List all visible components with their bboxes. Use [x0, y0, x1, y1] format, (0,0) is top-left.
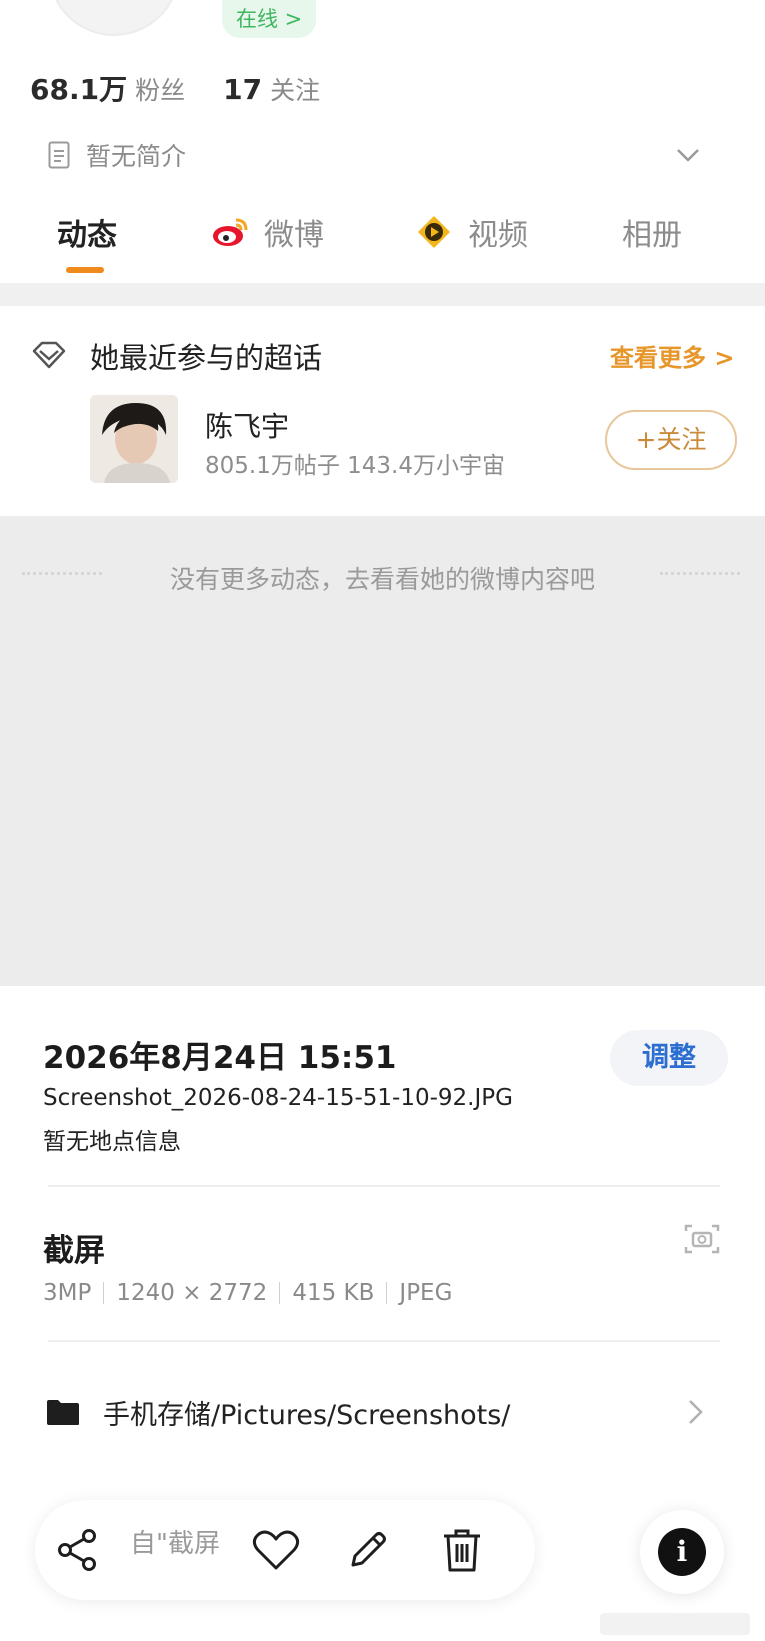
following-label[interactable]: 关注 [270, 71, 320, 107]
spec-resolution: 1240 × 2772 [116, 1280, 268, 1306]
weibo-icon [213, 218, 248, 246]
follow-button[interactable]: +关注 [605, 410, 737, 470]
tab-video-label: 视频 [468, 218, 528, 253]
file-path[interactable]: 手机存储/Pictures/Screenshots/ [103, 1393, 510, 1432]
spec-megapixels: 3MP [43, 1280, 92, 1306]
delete-button[interactable] [432, 1520, 492, 1580]
bio-row[interactable]: 暂无简介 [48, 135, 186, 175]
document-icon [48, 141, 70, 169]
chevron-down-icon[interactable] [673, 140, 703, 170]
spec-separator [386, 1282, 388, 1304]
spec-format: JPEG [399, 1280, 453, 1306]
heart-icon [252, 1530, 300, 1570]
topic-stats: 805.1万帖子 143.4万小宇宙 [205, 453, 505, 479]
diamond-icon [32, 341, 66, 369]
screenshot-icon [684, 1224, 720, 1254]
profile-stats: 68.1万 粉丝 17 关注 [30, 68, 358, 108]
tab-album[interactable]: 相册 [622, 207, 682, 257]
spec-filesize: 415 KB [292, 1280, 375, 1306]
photo-location: 暂无地点信息 [43, 1129, 181, 1155]
following-count[interactable]: 17 [223, 73, 262, 106]
tab-active-indicator [66, 267, 104, 273]
info-icon: i [658, 1528, 706, 1576]
tab-weibo[interactable]: 微博 [210, 207, 324, 257]
info-button[interactable]: i [640, 1510, 724, 1594]
photo-datetime: 2026年8月24日 15:51 [43, 1040, 397, 1076]
empty-feed-message: 没有更多动态，去看看她的微博内容吧 [169, 565, 595, 594]
tab-feed[interactable]: 动态 [57, 207, 117, 257]
followers-label[interactable]: 粉丝 [135, 71, 185, 107]
online-status-badge[interactable]: 在线 > [222, 0, 317, 38]
spec-separator [103, 1282, 105, 1304]
divider [48, 1340, 720, 1342]
followers-count[interactable]: 68.1万 [30, 68, 127, 108]
tab-weibo-label: 微博 [264, 218, 324, 253]
divider [48, 1185, 720, 1187]
share-icon [58, 1529, 96, 1571]
share-button[interactable] [48, 1520, 108, 1580]
person-photo-icon [90, 395, 178, 483]
source-label: 自"截屏 [130, 1529, 220, 1559]
edit-icon [351, 1532, 386, 1567]
photo-specs: 3MP 1240 × 2772 415 KB JPEG [43, 1280, 452, 1306]
super-topic-title: 她最近参与的超话 [90, 341, 323, 375]
tab-album-label: 相册 [622, 218, 682, 253]
delete-icon [444, 1529, 480, 1572]
photo-filename: Screenshot_2026-08-24-15-51-10-92.JPG [43, 1085, 513, 1111]
topic-name[interactable]: 陈飞宇 [205, 405, 289, 445]
watermark [600, 1613, 750, 1635]
edit-button[interactable] [338, 1520, 398, 1580]
folder-icon [47, 1400, 79, 1425]
chevron-right-icon[interactable] [680, 1395, 710, 1429]
spec-separator [279, 1282, 281, 1304]
profile-avatar[interactable] [48, 0, 180, 36]
tab-video[interactable]: 视频 [414, 207, 528, 257]
favorite-button[interactable] [246, 1520, 306, 1580]
tab-feed-label: 动态 [57, 218, 117, 253]
bio-text: 暂无简介 [86, 142, 187, 171]
section-divider [0, 283, 765, 306]
video-icon [418, 216, 450, 248]
topic-avatar[interactable] [90, 395, 178, 483]
view-more-link[interactable]: 查看更多 > [610, 338, 734, 373]
adjust-button[interactable]: 调整 [610, 1030, 728, 1086]
photo-source-title: 截屏 [43, 1233, 105, 1269]
